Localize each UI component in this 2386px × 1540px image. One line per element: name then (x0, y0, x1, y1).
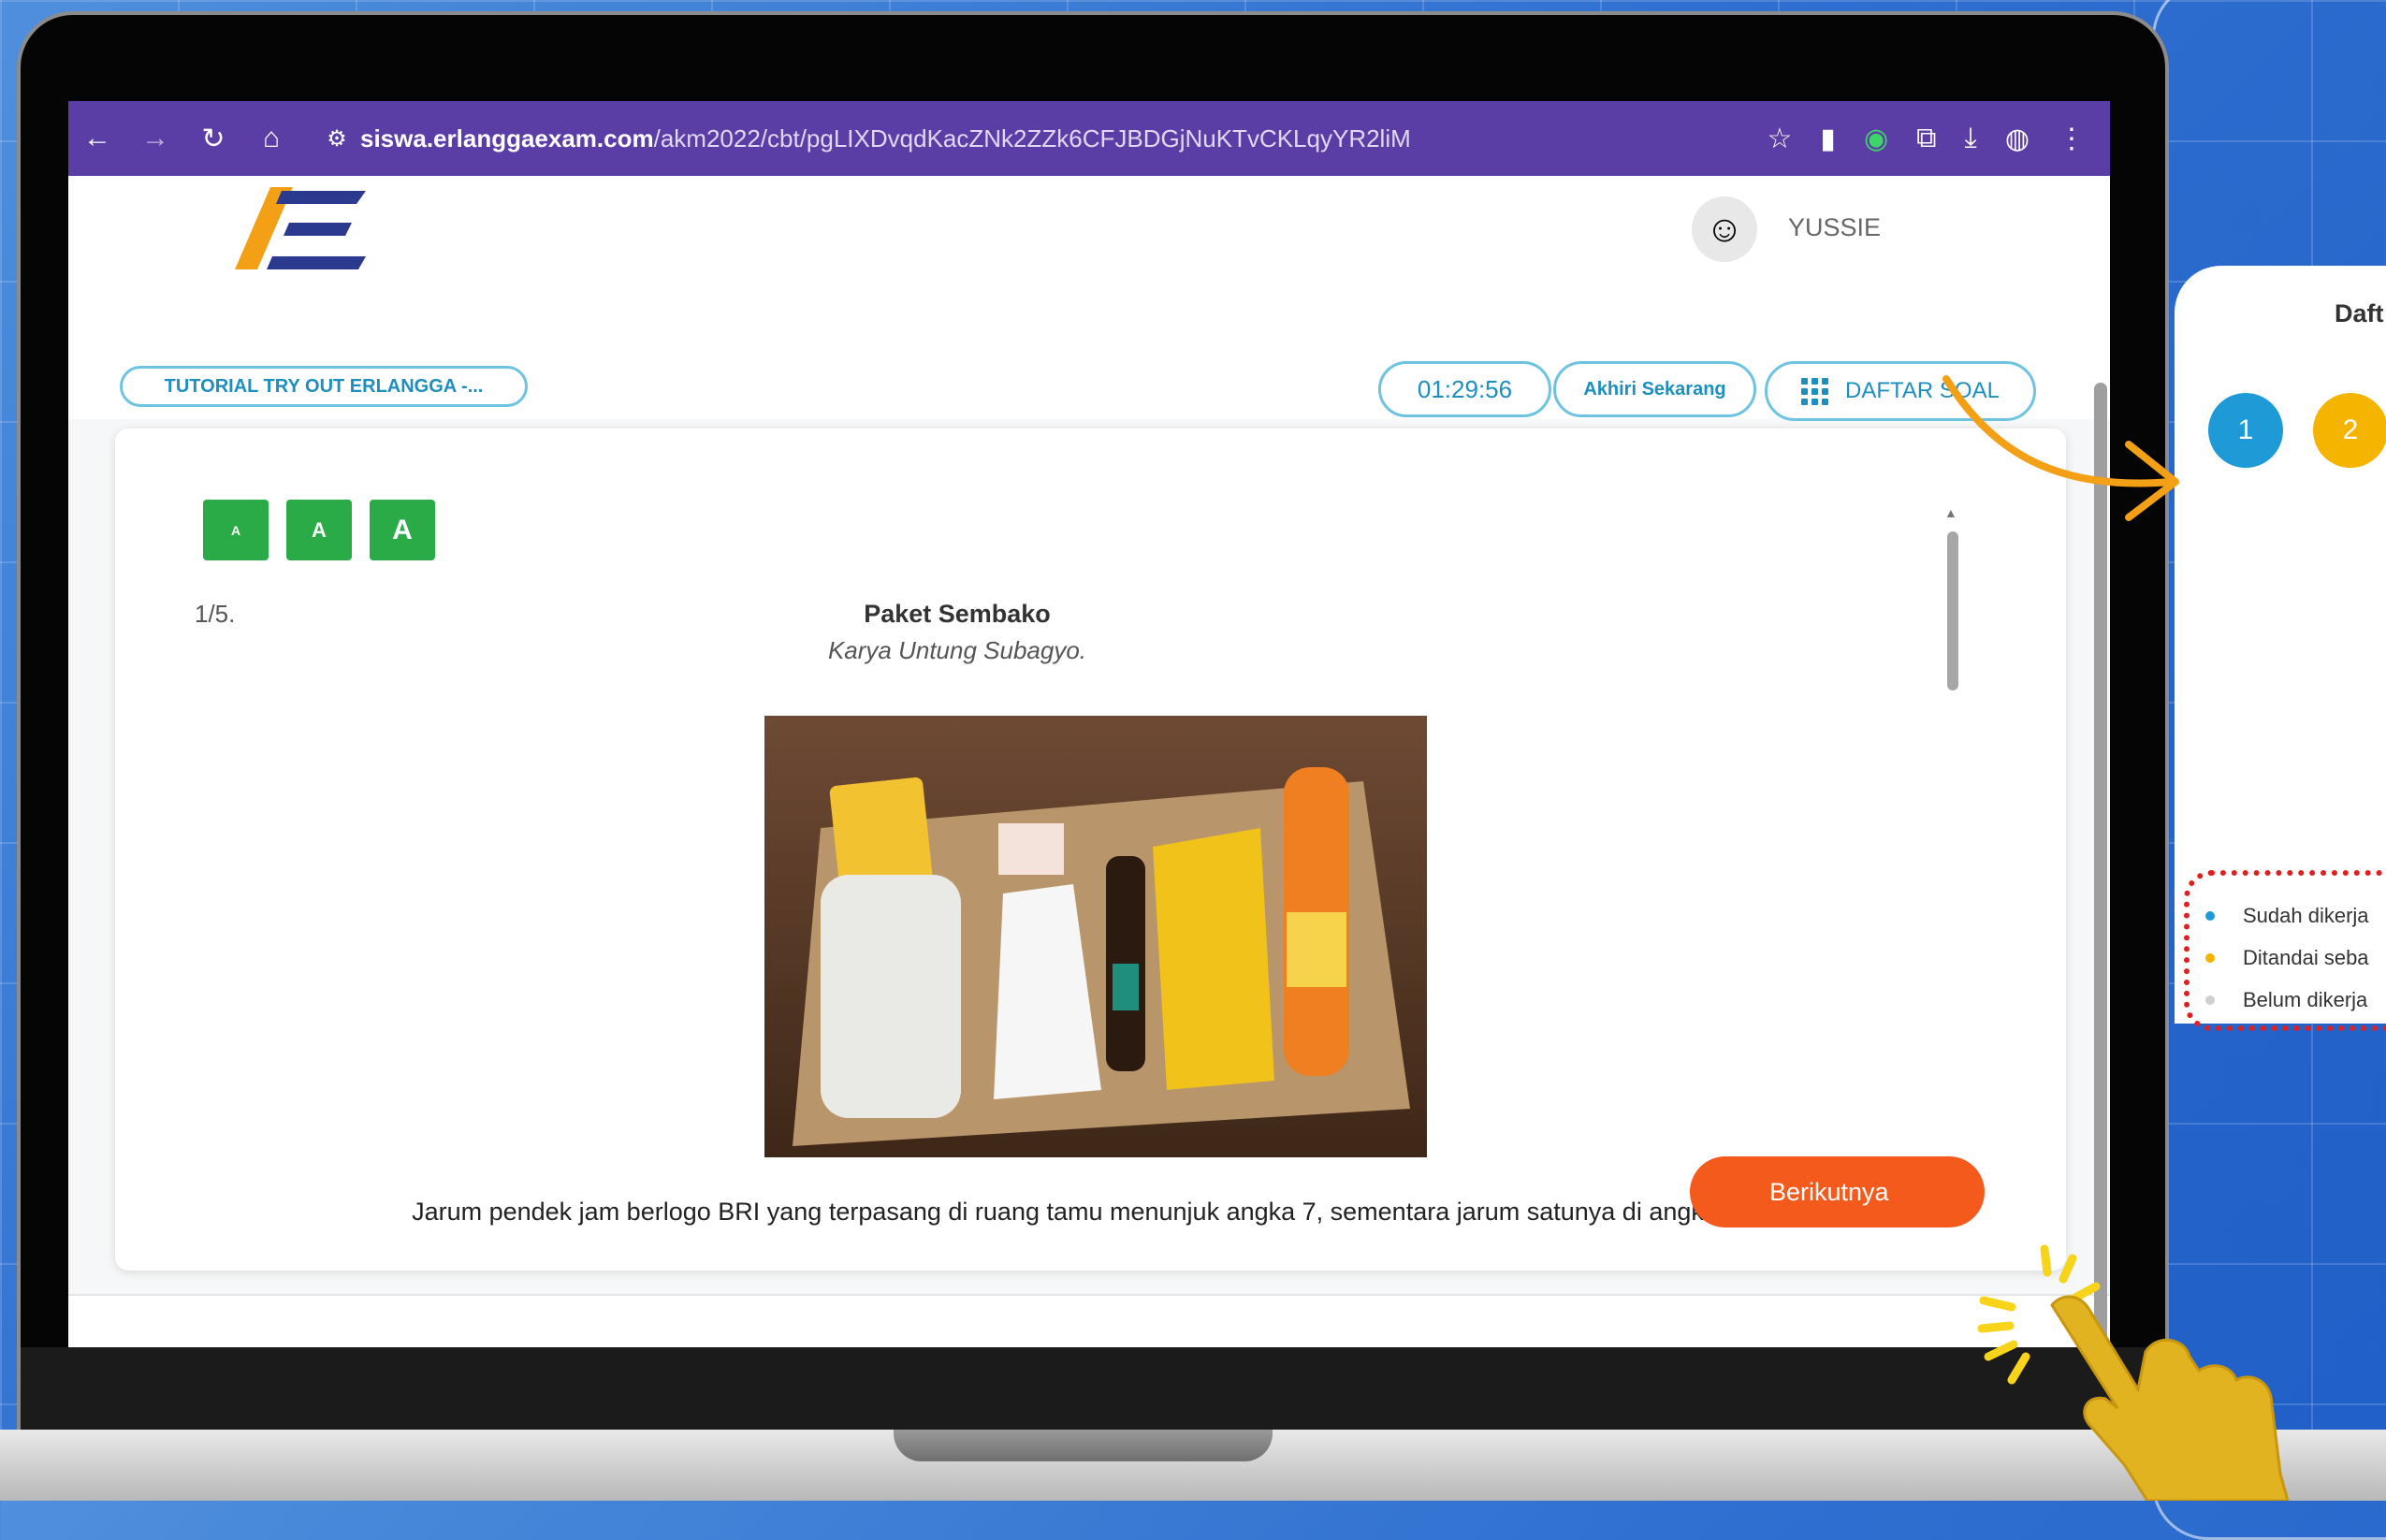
question-2-button[interactable]: 2 (2313, 393, 2386, 468)
site-settings-icon[interactable]: ⚙ (313, 125, 360, 153)
font-medium-button[interactable]: A (286, 500, 352, 560)
unanswered-dot-icon (2205, 995, 2215, 1005)
username: YUSSIE (1788, 213, 1882, 241)
home-icon[interactable]: ⌂ (242, 123, 300, 154)
erlangga-logo (235, 187, 366, 269)
question-1-button[interactable]: 1 (2208, 393, 2283, 468)
puzzle-icon[interactable]: ⧉ (1916, 123, 1936, 154)
url-path: /akm2022/cbt/pgLIXDvqdKacZNk2ZZk6CFJBDGj… (653, 123, 1411, 153)
legend-answered: Sudah dikerja (2205, 904, 2369, 928)
grid-icon (1801, 377, 1829, 405)
laptop-notch (894, 1430, 1273, 1461)
question-text: Jarum pendek jam berlogo BRI yang terpas… (412, 1198, 1746, 1226)
question-card: A A A 1/5. Paket Sembako Karya Untung Su… (115, 429, 2066, 1271)
footer (68, 1296, 2110, 1347)
bookmark-star-icon[interactable]: ☆ (1768, 123, 1793, 155)
question-number: 1/5. (195, 600, 236, 628)
answered-dot-icon (2205, 911, 2215, 921)
legend-flagged: Ditandai seba (2205, 946, 2369, 970)
eye-extension-icon[interactable]: ◉ (1864, 123, 1888, 155)
url-host: siswa.erlanggaexam.com (360, 123, 654, 153)
grocery-package-image (764, 716, 1427, 1157)
forward-arrow-icon[interactable]: → (126, 123, 184, 154)
font-large-button[interactable]: A (370, 500, 435, 560)
legend-unanswered-label: Belum dikerja (2243, 988, 2368, 1011)
next-button[interactable]: Berikutnya (1690, 1156, 1985, 1228)
font-small-button[interactable]: A (203, 500, 269, 560)
timer: 01:29:56 (1378, 361, 1551, 417)
hand-pointer-icon (2050, 1295, 2290, 1501)
legend-flagged-label: Ditandai seba (2243, 946, 2369, 969)
extension-icon[interactable]: ▮ (1820, 123, 1836, 155)
laptop-chin (21, 1347, 2173, 1430)
flagged-dot-icon (2205, 953, 2215, 963)
legend-unanswered: Belum dikerja (2205, 988, 2367, 1012)
end-now-button[interactable]: Akhiri Sekarang (1553, 361, 1756, 417)
legend-answered-label: Sudah dikerja (2243, 904, 2369, 927)
pointer-arrow-icon (1942, 375, 2179, 521)
question-list-title: Daft (2335, 299, 2384, 327)
tutorial-tryout-button[interactable]: TUTORIAL TRY OUT ERLANGGA -... (120, 366, 528, 407)
avatar: ☺ (1692, 196, 1757, 262)
address-bar[interactable]: ⚙ siswa.erlanggaexam.com/akm2022/cbt/pgL… (313, 113, 1642, 164)
question-author: Karya Untung Subagyo. (827, 636, 1087, 664)
question-scroll-thumb[interactable] (1947, 531, 1958, 690)
browser-toolbar: ← → ↻ ⌂ ⚙ siswa.erlanggaexam.com/akm2022… (68, 101, 2110, 176)
profile-icon[interactable]: ◍ (2005, 123, 2030, 155)
back-arrow-icon[interactable]: ← (68, 123, 126, 154)
grocery-illustration (793, 767, 1410, 1146)
menu-dots-icon[interactable]: ⋮ (2058, 123, 2086, 155)
question-title: Paket Sembako (864, 600, 1051, 628)
download-icon[interactable]: ⤓ (1965, 123, 1977, 154)
reload-icon[interactable]: ↻ (184, 123, 242, 155)
